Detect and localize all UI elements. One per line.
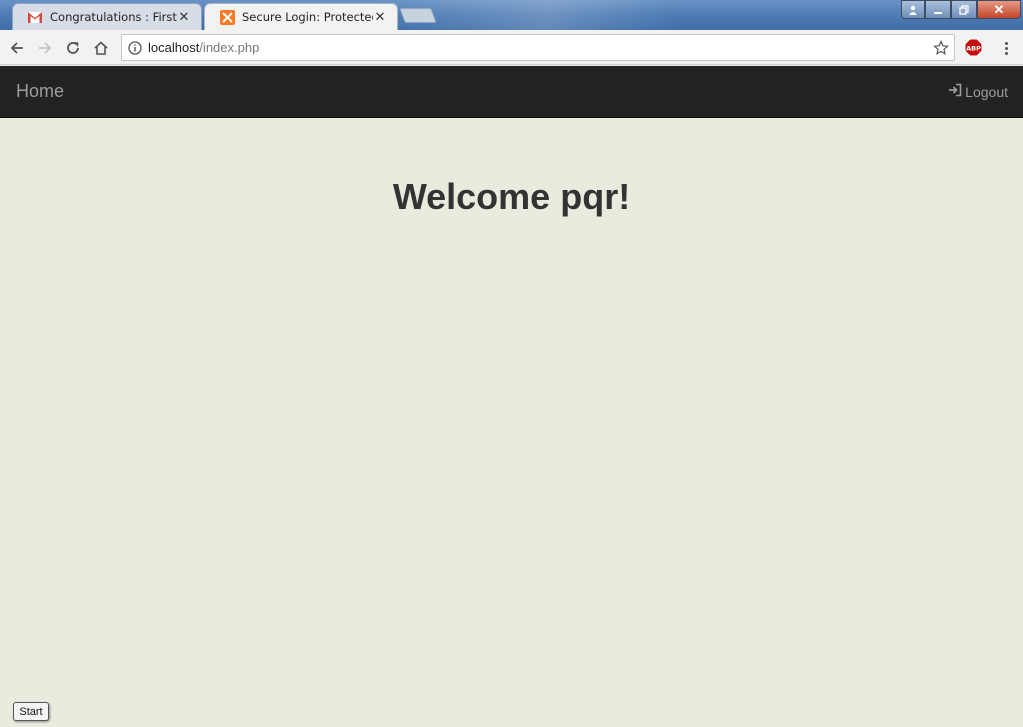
- gmail-icon: [27, 9, 43, 25]
- minimize-icon[interactable]: [925, 0, 951, 19]
- browser-titlebar: Congratulations : First Ro ✕ Secure Logi…: [0, 0, 1023, 30]
- forward-icon[interactable]: [33, 36, 57, 60]
- close-icon[interactable]: ✕: [373, 10, 387, 25]
- reload-icon[interactable]: [61, 36, 85, 60]
- info-icon[interactable]: [122, 40, 148, 55]
- url-path: /index.php: [199, 40, 260, 55]
- site-navbar: Home Logout: [0, 66, 1023, 118]
- window-controls: ✕: [901, 0, 1021, 19]
- xampp-icon: [219, 9, 235, 25]
- svg-text:ABP: ABP: [966, 45, 981, 53]
- url-host: localhost: [148, 40, 200, 55]
- start-button[interactable]: Start: [13, 702, 49, 721]
- logout-link[interactable]: Logout: [948, 83, 1008, 100]
- browser-toolbar: localhost/index.php ABP: [0, 30, 1023, 65]
- home-link[interactable]: Home: [16, 81, 64, 102]
- close-icon[interactable]: ✕: [177, 10, 191, 25]
- logout-label: Logout: [965, 83, 1008, 100]
- tab-title: Congratulations : First Ro: [50, 10, 177, 24]
- sign-in-icon: [948, 83, 962, 100]
- tab-title: Secure Login: Protected P: [242, 10, 373, 24]
- restore-icon[interactable]: [951, 0, 977, 19]
- user-icon[interactable]: [901, 0, 925, 19]
- bookmark-star-icon[interactable]: [928, 39, 954, 56]
- chrome-menu-icon[interactable]: [998, 38, 1014, 58]
- tab-gmail[interactable]: Congratulations : First Ro ✕: [12, 3, 202, 30]
- home-icon[interactable]: [89, 36, 113, 60]
- window-close-icon[interactable]: ✕: [977, 0, 1021, 19]
- back-icon[interactable]: [5, 36, 29, 60]
- address-bar[interactable]: localhost/index.php: [121, 34, 955, 61]
- tab-secure-login[interactable]: Secure Login: Protected P ✕: [204, 3, 398, 30]
- adblock-plus-icon[interactable]: ABP: [964, 38, 983, 57]
- titlebar-decoration: [380, 0, 800, 30]
- new-tab-button[interactable]: [399, 8, 437, 23]
- welcome-heading: Welcome pqr!: [392, 176, 631, 217]
